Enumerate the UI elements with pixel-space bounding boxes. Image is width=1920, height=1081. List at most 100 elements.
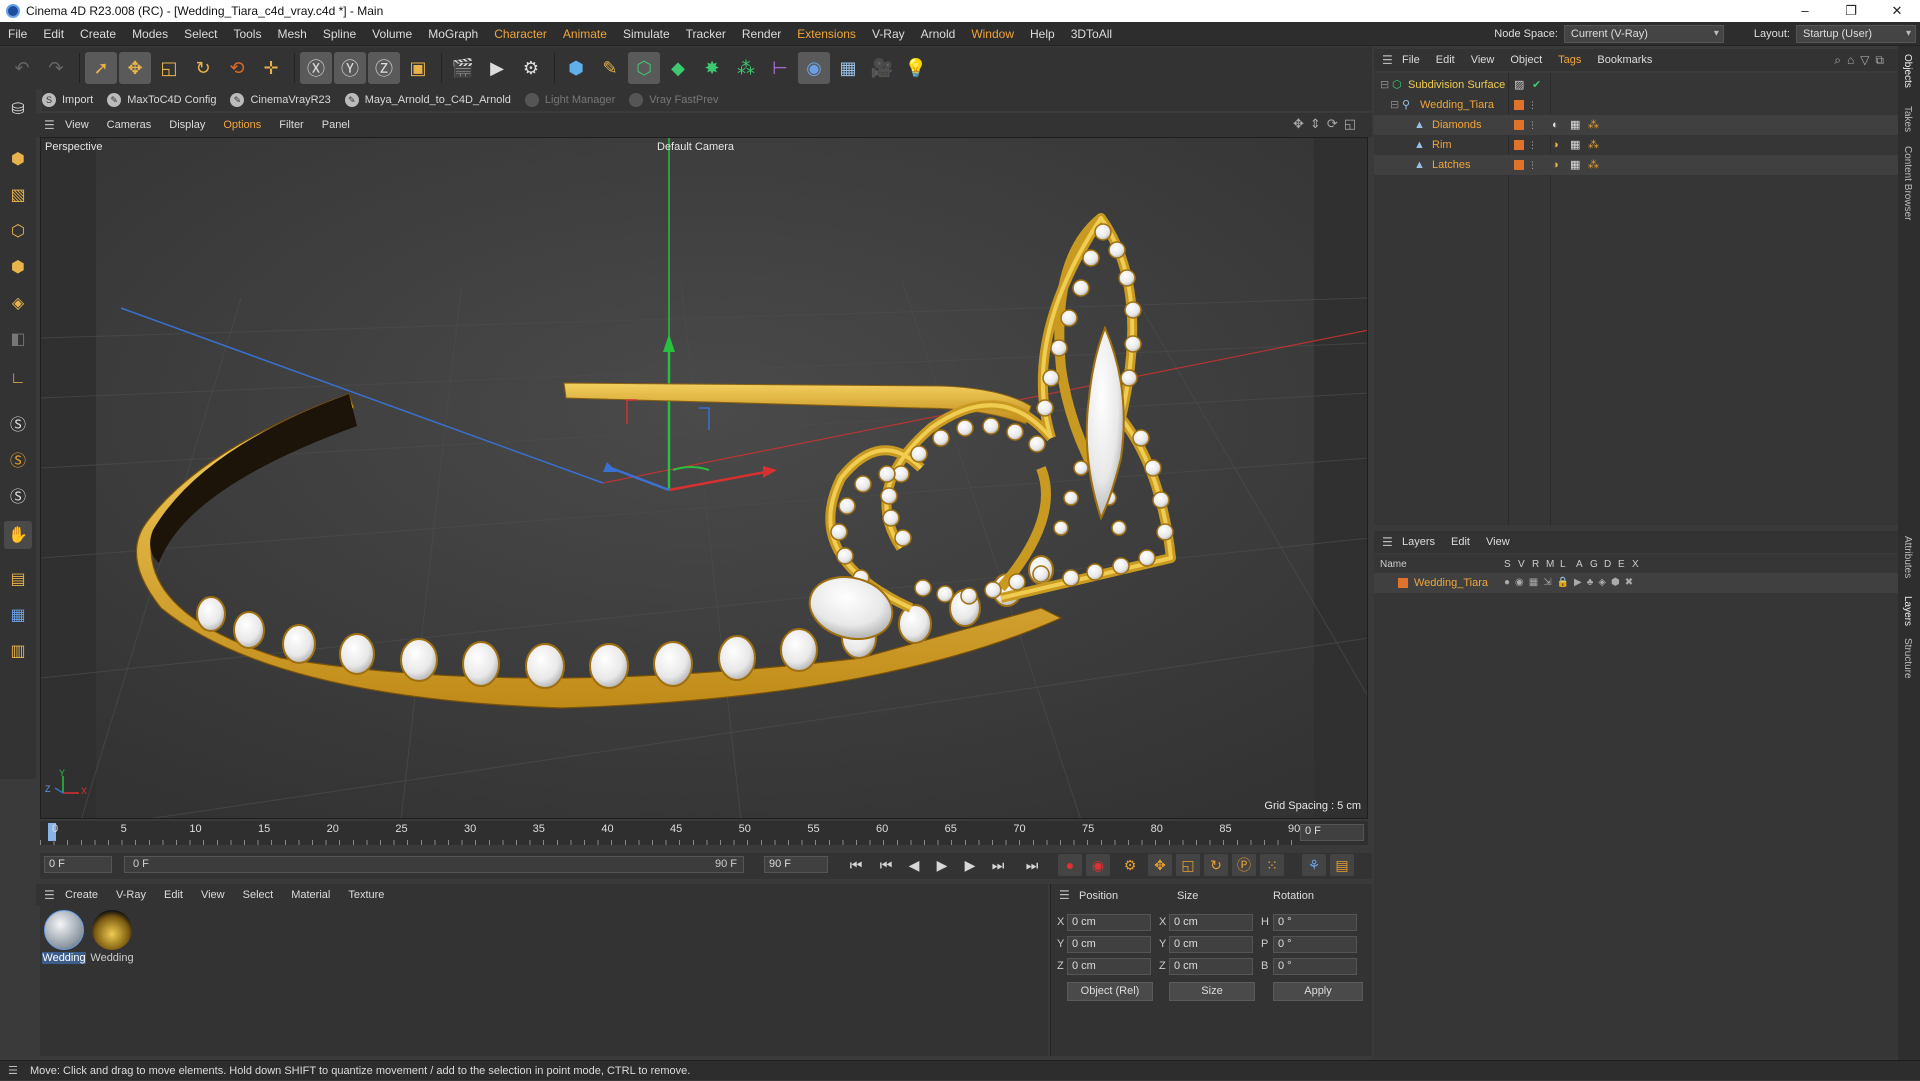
make-editable-icon[interactable]: ⛁ (4, 95, 32, 123)
material-hamburger-icon[interactable]: ☰ (36, 888, 56, 902)
viewport-menu-view[interactable]: View (56, 119, 98, 131)
menu-extensions[interactable]: Extensions (789, 27, 864, 41)
phong-tag-icon[interactable]: ⁂ (1588, 155, 1599, 175)
tab-structure[interactable]: Structure (1902, 638, 1913, 679)
workplane-icon[interactable]: ▤ (4, 565, 32, 593)
viewport-menu-cameras[interactable]: Cameras (98, 119, 161, 131)
object-menu-bookmarks[interactable]: Bookmarks (1589, 54, 1660, 66)
tab-content-browser[interactable]: Content Browser (1902, 146, 1913, 220)
live-select-icon[interactable]: ➚ (85, 52, 117, 84)
menu-volume[interactable]: Volume (364, 27, 420, 41)
x-axis-lock-icon[interactable]: Ⓧ (300, 52, 332, 84)
render-settings-icon[interactable]: ⚙ (515, 52, 547, 84)
material-menu-edit[interactable]: Edit (155, 889, 192, 901)
tab-layers[interactable]: Layers (1902, 596, 1913, 626)
material-menu-view[interactable]: View (192, 889, 234, 901)
menu-mograph[interactable]: MoGraph (420, 27, 486, 41)
mograph-icon[interactable]: ⁂ (730, 52, 762, 84)
object-menu-edit[interactable]: Edit (1428, 54, 1463, 66)
timeline-ruler[interactable]: 0 5 10 15 20 25 30 35 40 45 50 55 60 65 70 75 80 85 90 0 F (40, 821, 1368, 845)
pla-key-icon[interactable]: ⁙ (1260, 854, 1284, 876)
edges-mode-icon[interactable]: ⬢ (4, 253, 32, 281)
material-menu-create[interactable]: Create (56, 889, 107, 901)
y-axis-lock-icon[interactable]: Ⓨ (334, 52, 366, 84)
menu-character[interactable]: Character (486, 27, 555, 41)
minimize-button[interactable]: – (1782, 0, 1828, 22)
size-z-field[interactable]: 0 cm (1169, 958, 1253, 975)
add-icon[interactable]: ✛ (255, 52, 287, 84)
cloner-icon[interactable]: ✸ (696, 52, 728, 84)
timeline-window-icon[interactable]: ▤ (1330, 854, 1354, 876)
uv-mode-icon[interactable]: ◧ (4, 325, 32, 353)
undo-icon[interactable]: ↶ (6, 52, 38, 84)
snap-icon[interactable]: Ⓢ (4, 409, 32, 437)
position-y-field[interactable]: 0 cm (1067, 936, 1151, 953)
light-manager-button[interactable]: Light Manager (524, 93, 615, 107)
object-menu-file[interactable]: File (1394, 54, 1428, 66)
material-menu-select[interactable]: Select (234, 889, 283, 901)
material-menu-vray[interactable]: V-Ray (107, 889, 155, 901)
coordinates-hamburger-icon[interactable]: ☰ (1059, 888, 1070, 902)
viewport-menu-panel[interactable]: Panel (313, 119, 359, 131)
viewport-nav-icons[interactable]: ✥⇕⟳◱ (1293, 116, 1362, 132)
expand-icon[interactable]: ⊟ (1390, 95, 1399, 115)
phong-tag-icon[interactable]: ⁂ (1588, 115, 1599, 135)
viewport-menu-filter[interactable]: Filter (270, 119, 312, 131)
visibility-dots-icon[interactable]: ⋮ (1528, 155, 1537, 175)
uvw-tag-icon[interactable]: ▦ (1570, 135, 1580, 155)
status-hamburger-icon[interactable]: ☰ (8, 1061, 18, 1081)
current-frame-field[interactable]: 0 F (1300, 824, 1364, 841)
restore-button[interactable]: ❐ (1828, 0, 1874, 22)
close-button[interactable]: ✕ (1874, 0, 1920, 22)
3d-viewport[interactable]: Perspective Default Camera Grid Spacing … (40, 137, 1368, 819)
maxtoc4d-config-button[interactable]: ✎ MaxToC4D Config (107, 93, 216, 107)
rotate-icon[interactable]: ↻ (187, 52, 219, 84)
viewport-camera-name[interactable]: Default Camera (657, 141, 734, 153)
go-to-end-icon[interactable]: ⏭ (1020, 854, 1044, 876)
menu-select[interactable]: Select (176, 27, 225, 41)
rotation-h-field[interactable]: 0 ° (1273, 914, 1357, 931)
material-swatch[interactable]: Wedding (42, 910, 86, 964)
frame-range-slider[interactable]: 0 F 90 F (124, 856, 744, 873)
menu-modes[interactable]: Modes (124, 27, 176, 41)
render-region-icon[interactable]: 🎬 (447, 52, 479, 84)
phong-tag-icon[interactable]: ⁂ (1588, 135, 1599, 155)
layout-select[interactable]: Startup (User) (1796, 25, 1916, 43)
menu-file[interactable]: File (0, 27, 35, 41)
size-x-field[interactable]: 0 cm (1169, 914, 1253, 931)
object-hamburger-icon[interactable]: ☰ (1374, 53, 1394, 67)
menu-spline[interactable]: Spline (315, 27, 364, 41)
parameter-key-icon[interactable]: Ⓟ (1232, 854, 1256, 876)
scale-icon[interactable]: ◱ (153, 52, 185, 84)
position-key-icon[interactable]: ✥ (1148, 854, 1172, 876)
layer-color-swatch[interactable] (1514, 120, 1524, 130)
menu-simulate[interactable]: Simulate (615, 27, 678, 41)
tab-objects[interactable]: Objects (1902, 54, 1913, 88)
tab-attributes[interactable]: Attributes (1902, 536, 1913, 578)
menu-render[interactable]: Render (734, 27, 789, 41)
floor-icon[interactable]: ▦ (832, 52, 864, 84)
position-x-field[interactable]: 0 cm (1067, 914, 1151, 931)
menu-3dtoall[interactable]: 3DToAll (1063, 27, 1120, 41)
camera-icon[interactable]: 🎥 (866, 52, 898, 84)
position-z-field[interactable]: 0 cm (1067, 958, 1151, 975)
menu-window[interactable]: Window (963, 27, 1022, 41)
menu-tracker[interactable]: Tracker (678, 27, 734, 41)
material-tag-icon[interactable]: ◑ (1552, 155, 1559, 175)
object-row-diamonds[interactable]: ▲ Diamonds ⋮ ◐ ▦ ⁂ (1374, 115, 1898, 135)
record-keys-icon[interactable]: ● (1058, 854, 1082, 876)
object-menu-view[interactable]: View (1463, 54, 1503, 66)
tab-takes[interactable]: Takes (1902, 106, 1913, 132)
import-button[interactable]: S Import (42, 93, 93, 107)
coordinate-mode-select[interactable]: Object (Rel) (1067, 982, 1153, 1001)
tweak-mode-icon[interactable]: ✋ (4, 521, 32, 549)
quantize-icon[interactable]: Ⓢ (4, 481, 32, 509)
layers-menu-layers[interactable]: Layers (1394, 536, 1443, 548)
end-frame-field[interactable]: 90 F (764, 856, 828, 873)
object-menu-tags[interactable]: Tags (1550, 54, 1589, 66)
start-frame-field[interactable]: 0 F (44, 856, 112, 873)
rotation-b-field[interactable]: 0 ° (1273, 958, 1357, 975)
points-mode-icon[interactable]: ⬡ (4, 217, 32, 245)
viewport-menu-display[interactable]: Display (160, 119, 214, 131)
size-mode-select[interactable]: Size (1169, 982, 1255, 1001)
